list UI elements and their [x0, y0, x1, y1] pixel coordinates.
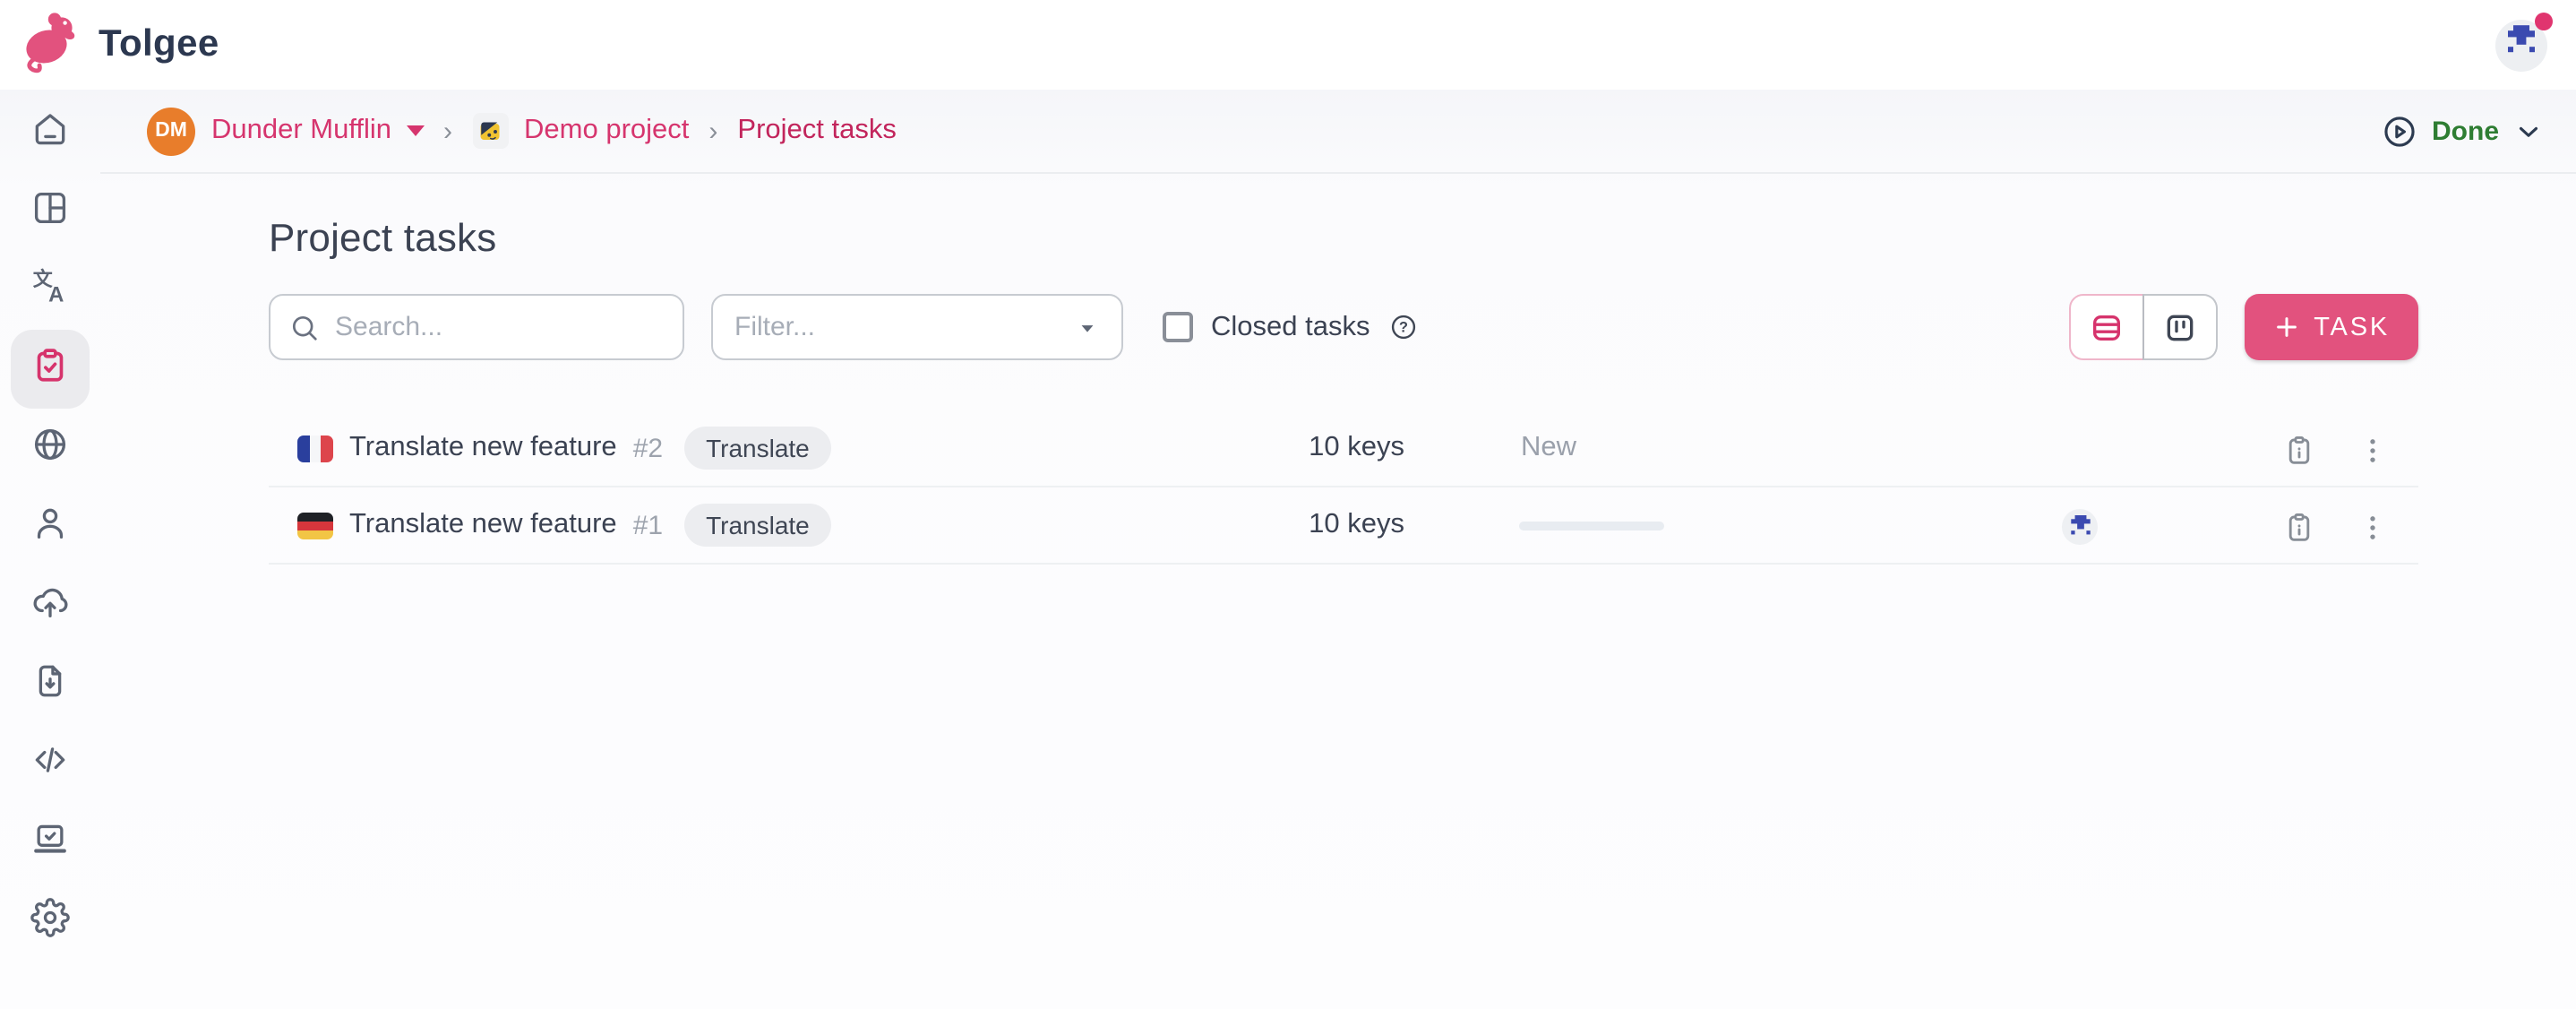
task-name: Translate new feature	[349, 509, 617, 541]
laptop-check-icon	[30, 818, 70, 867]
sidebar-item-export[interactable]	[11, 645, 90, 724]
task-number: #2	[633, 433, 663, 463]
task-keys-count: 10 keys	[1136, 432, 1404, 464]
cheese-icon	[477, 117, 503, 144]
board-view-icon	[2161, 309, 2197, 345]
task-number: #1	[633, 510, 663, 540]
filter-placeholder: Filter...	[734, 312, 1075, 342]
page-title: Project tasks	[269, 215, 2418, 262]
search-input[interactable]	[335, 312, 665, 342]
file-download-icon	[30, 660, 70, 709]
clipboard-check-icon	[30, 345, 70, 393]
filter-select[interactable]: Filter...	[711, 294, 1123, 360]
translate-icon: 文A	[30, 266, 70, 315]
app-bar: Tolgee	[0, 0, 2576, 90]
sidebar-item-tasks[interactable]	[11, 330, 90, 409]
german-flag-icon	[297, 512, 333, 539]
tolgee-app: Tolgee	[0, 0, 2576, 1009]
play-circle-icon	[2380, 112, 2417, 150]
task-row[interactable]: Translate new feature #2 Translate 10 ke…	[269, 410, 2418, 487]
list-view-button[interactable]	[2068, 294, 2143, 360]
layout-dashboard-icon	[30, 187, 70, 236]
tolgee-logo[interactable]: Tolgee	[20, 8, 219, 82]
closed-tasks-checkbox[interactable]	[1163, 312, 1193, 342]
home-icon	[30, 108, 70, 157]
view-toggle	[2068, 294, 2217, 360]
identicon-icon	[2066, 513, 2093, 539]
task-scope-badge: Translate	[684, 504, 831, 547]
globe-icon	[30, 424, 70, 472]
workspace: 文A	[0, 90, 2576, 1009]
breadcrumb: DM Dunder Mufflin ›	[147, 107, 897, 155]
task-menu-button[interactable]	[2352, 507, 2391, 547]
identicon-icon	[2503, 22, 2540, 68]
sidebar-item-integrate[interactable]	[11, 724, 90, 803]
add-task-button[interactable]: TASK	[2244, 294, 2418, 360]
notification-dot	[2535, 12, 2553, 30]
kebab-menu-icon	[2355, 433, 2389, 467]
breadcrumb-bar: DM Dunder Mufflin ›	[100, 90, 2576, 174]
sidebar-item-languages[interactable]	[11, 409, 90, 487]
sidebar-item-translations[interactable]: 文A	[11, 251, 90, 330]
task-detail-button[interactable]	[2279, 430, 2318, 470]
select-caret-icon	[1075, 315, 1100, 340]
closed-tasks-label: Closed tasks	[1211, 311, 1370, 343]
task-state-label: Done	[2432, 116, 2499, 146]
plus-icon	[2272, 314, 2299, 341]
task-menu-button[interactable]	[2352, 430, 2391, 470]
main-content: Project tasks Filter...	[269, 174, 2418, 565]
breadcrumb-separator: ›	[440, 116, 456, 146]
breadcrumb-page: Project tasks	[737, 115, 896, 147]
sidebar-item-developer[interactable]	[11, 803, 90, 882]
kebab-menu-icon	[2355, 510, 2389, 544]
task-scope-badge: Translate	[684, 427, 831, 470]
chevron-down-icon	[2513, 116, 2544, 146]
closed-tasks-toggle[interactable]: Closed tasks ?	[1163, 311, 1418, 343]
clipboard-info-icon	[2281, 510, 2315, 544]
breadcrumb-project[interactable]: Demo project	[524, 115, 689, 147]
tolgee-mouse-icon	[20, 8, 84, 82]
task-status: New	[1521, 432, 1576, 464]
org-dropdown-caret-icon	[406, 125, 424, 136]
content-pane: DM Dunder Mufflin ›	[100, 90, 2576, 1009]
assignee-avatar[interactable]	[2062, 508, 2098, 544]
task-state-selector[interactable]: Done	[2380, 112, 2544, 150]
task-row[interactable]: Translate new feature #1 Translate 10 ke…	[269, 487, 2418, 565]
task-progress-bar	[1519, 522, 1664, 530]
search-icon	[288, 311, 321, 343]
task-keys-count: 10 keys	[1136, 509, 1404, 541]
board-view-button[interactable]	[2142, 294, 2217, 360]
user-icon	[30, 503, 70, 551]
task-list: Translate new feature #2 Translate 10 ke…	[269, 410, 2418, 565]
sidebar-item-members[interactable]	[11, 487, 90, 566]
code-icon	[30, 739, 70, 788]
logo-wordmark: Tolgee	[99, 23, 219, 66]
gear-icon	[30, 897, 70, 945]
svg-text:A: A	[48, 282, 64, 306]
task-name: Translate new feature	[349, 432, 617, 464]
clipboard-info-icon	[2281, 433, 2315, 467]
cloud-upload-icon	[30, 582, 70, 630]
user-avatar[interactable]	[2495, 19, 2547, 71]
sidebar-item-import[interactable]	[11, 566, 90, 645]
svg-text:?: ?	[1398, 319, 1407, 335]
list-view-icon	[2088, 309, 2124, 345]
org-avatar[interactable]: DM	[147, 107, 195, 155]
project-avatar	[472, 113, 508, 149]
breadcrumb-org[interactable]: Dunder Mufflin	[211, 115, 424, 147]
sidebar-item-settings[interactable]	[11, 882, 90, 961]
sidebar: 文A	[0, 90, 100, 1009]
sidebar-item-dashboard[interactable]	[11, 172, 90, 251]
sidebar-item-home[interactable]	[11, 93, 90, 172]
french-flag-icon	[297, 435, 333, 461]
help-circle-icon[interactable]: ?	[1387, 312, 1418, 342]
task-detail-button[interactable]	[2279, 507, 2318, 547]
breadcrumb-separator: ›	[705, 116, 721, 146]
search-box	[269, 294, 684, 360]
controls-row: Filter... Closed tasks ?	[269, 294, 2418, 360]
